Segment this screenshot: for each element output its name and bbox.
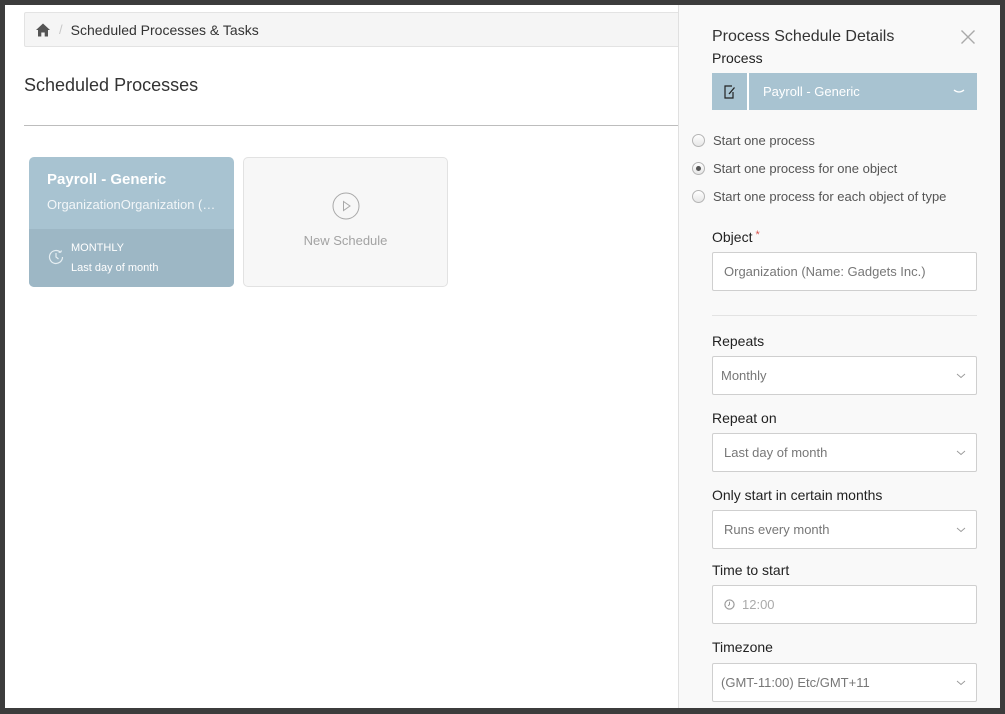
time-label: Time to start	[712, 562, 790, 578]
repeats-select[interactable]: Monthly	[712, 356, 977, 395]
months-value: Runs every month	[724, 522, 830, 537]
radio-start-one-process-for-one-object[interactable]: Start one process for one object	[692, 161, 897, 176]
time-field[interactable]: 12:00	[712, 585, 977, 624]
home-icon[interactable]	[35, 22, 51, 38]
repeat-on-label: Repeat on	[712, 410, 777, 426]
breadcrumb-separator: /	[59, 22, 63, 37]
process-select[interactable]: Payroll - Generic	[712, 73, 977, 110]
close-icon[interactable]	[960, 29, 976, 45]
radio-start-one-process[interactable]: Start one process	[692, 133, 815, 148]
required-mark: *	[755, 229, 760, 241]
object-label: Object *	[712, 229, 760, 245]
clock-icon	[47, 248, 65, 266]
chevron-down-icon	[953, 88, 965, 93]
months-select[interactable]: Runs every month	[712, 510, 977, 549]
radio-label: Start one process	[713, 133, 815, 148]
radio-button-checked[interactable]	[692, 162, 705, 175]
repeat-on-select[interactable]: Last day of month	[712, 433, 977, 472]
clock-icon	[724, 599, 735, 610]
chevron-down-icon	[956, 527, 966, 532]
object-label-text: Object	[712, 229, 753, 245]
chevron-down-icon	[956, 373, 966, 378]
app-window: / Scheduled Processes & Tasks Scheduled …	[5, 5, 1000, 708]
process-value: Payroll - Generic	[763, 84, 860, 99]
radio-label: Start one process for each object of typ…	[713, 189, 947, 204]
divider	[24, 125, 684, 126]
timezone-label: Timezone	[712, 639, 773, 655]
object-value: Organization (Name: Gadgets Inc.)	[724, 264, 926, 279]
schedule-card[interactable]: Payroll - Generic OrganizationOrganizati…	[29, 157, 234, 287]
process-schedule-panel: Process Schedule Details Process Payroll…	[678, 5, 1000, 708]
breadcrumb-current[interactable]: Scheduled Processes & Tasks	[71, 22, 259, 38]
radio-button[interactable]	[692, 134, 705, 147]
timezone-select[interactable]: (GMT-11:00) Etc/GMT+11	[712, 663, 977, 702]
schedule-card-subtitle: OrganizationOrganization (N...	[47, 197, 216, 212]
schedule-card-title: Payroll - Generic	[47, 171, 167, 188]
new-schedule-card[interactable]: New Schedule	[243, 157, 448, 287]
object-field[interactable]: Organization (Name: Gadgets Inc.)	[712, 252, 977, 291]
page-title: Scheduled Processes	[24, 75, 199, 95]
play-circle-icon	[332, 192, 359, 220]
radio-label: Start one process for one object	[713, 161, 898, 176]
section-divider	[712, 315, 977, 316]
radio-button[interactable]	[692, 190, 705, 203]
radio-start-one-process-each-object[interactable]: Start one process for each object of typ…	[692, 189, 946, 204]
time-value: 12:00	[742, 597, 775, 612]
months-label: Only start in certain months	[712, 487, 883, 503]
panel-title: Process Schedule Details	[712, 28, 895, 45]
schedule-card-frequency: MONTHLY	[71, 242, 124, 254]
chevron-down-icon	[956, 680, 966, 685]
timezone-value: (GMT-11:00) Etc/GMT+11	[721, 675, 870, 690]
repeats-value: Monthly	[721, 368, 767, 383]
repeat-on-value: Last day of month	[724, 445, 828, 460]
breadcrumb: / Scheduled Processes & Tasks	[24, 12, 704, 47]
process-label: Process	[712, 50, 763, 66]
chevron-down-icon	[956, 450, 966, 455]
repeats-label: Repeats	[712, 333, 765, 349]
edit-document-icon	[723, 84, 735, 99]
new-schedule-label: New Schedule	[303, 233, 388, 248]
schedule-card-when: Last day of month	[71, 262, 159, 274]
